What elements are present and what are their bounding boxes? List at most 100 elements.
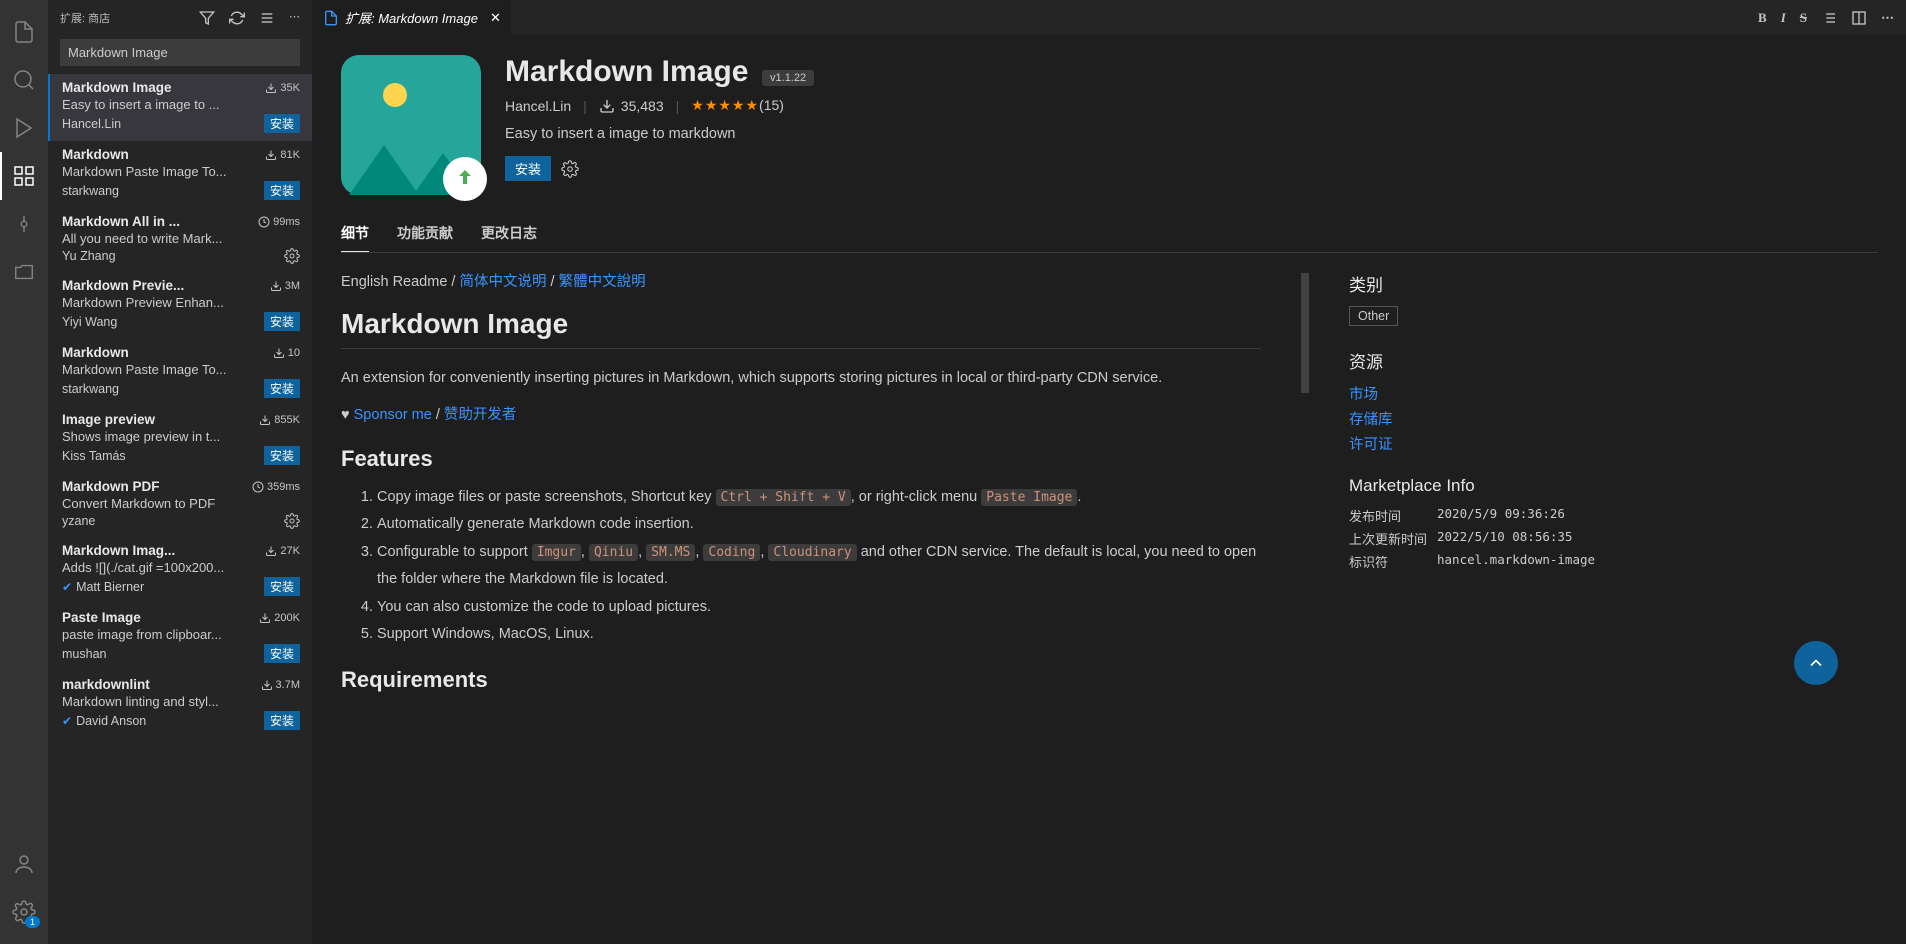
explorer-icon[interactable] (0, 8, 48, 56)
license-link[interactable]: 许可证 (1349, 433, 1609, 454)
publisher-name[interactable]: Hancel.Lin (505, 98, 571, 114)
extension-list-item[interactable]: Markdown 10 Markdown Paste Image To... s… (48, 339, 312, 406)
activity-bar: 1 (0, 0, 48, 944)
more-actions-icon[interactable]: ⋯ (1881, 10, 1894, 26)
extension-author: Hancel.Lin (62, 117, 121, 131)
extension-list-item[interactable]: Image preview 855K Shows image preview i… (48, 406, 312, 473)
bold-icon[interactable]: B (1758, 10, 1767, 26)
extension-author: Yiyi Wang (62, 315, 117, 329)
tab-changelog[interactable]: 更改日志 (481, 215, 537, 252)
extension-description: Shows image preview in t... (62, 429, 300, 444)
tab-title: 扩展: Markdown Image (345, 8, 478, 27)
extension-list-item[interactable]: Markdown PDF 359ms Convert Markdown to P… (48, 473, 312, 537)
git-lens-icon[interactable] (0, 200, 48, 248)
extensions-icon[interactable] (0, 152, 48, 200)
accounts-icon[interactable] (0, 840, 48, 888)
project-icon[interactable] (0, 248, 48, 296)
extension-list-item[interactable]: Markdown Previe... 3M Markdown Preview E… (48, 272, 312, 339)
more-icon[interactable]: ⋯ (289, 10, 300, 26)
list-icon[interactable] (1821, 10, 1837, 26)
clear-icon[interactable] (259, 10, 275, 26)
settings-gear-icon[interactable]: 1 (0, 888, 48, 936)
install-button[interactable]: 安装 (264, 577, 300, 596)
extension-description: Markdown Paste Image To... (62, 362, 300, 377)
extension-list-item[interactable]: markdownlint 3.7M Markdown linting and s… (48, 671, 312, 738)
install-button[interactable]: 安装 (264, 312, 300, 331)
readme-title: Markdown Image (341, 308, 1261, 349)
extension-description: All you need to write Mark... (62, 231, 300, 246)
extension-description: Easy to insert a image to markdown (505, 126, 814, 142)
extension-name: Paste Image (62, 610, 141, 625)
heart-icon: ♥ (341, 407, 350, 423)
extension-name: Image preview (62, 412, 155, 427)
install-button[interactable]: 安装 (505, 156, 551, 181)
tab-contributions[interactable]: 功能贡献 (397, 215, 453, 252)
tab-details[interactable]: 细节 (341, 215, 369, 252)
feature-item: You can also customize the code to uploa… (377, 594, 1261, 622)
install-button[interactable]: 安装 (264, 114, 300, 133)
extension-name: Markdown (62, 147, 129, 162)
extension-author: yzane (62, 514, 95, 528)
extension-name: Markdown All in ... (62, 214, 180, 229)
extension-author: mushan (62, 647, 106, 661)
extension-search-input[interactable] (60, 39, 300, 66)
install-button[interactable]: 安装 (264, 711, 300, 730)
repository-link[interactable]: 存储库 (1349, 408, 1609, 429)
sponsor-link[interactable]: Sponsor me (354, 407, 432, 423)
extension-list-item[interactable]: Markdown Image 35K Easy to insert a imag… (48, 74, 312, 141)
extension-author: ✔Matt Bierner (62, 580, 144, 594)
link-simplified-chinese[interactable]: 简体中文说明 (460, 274, 547, 290)
extension-author: Kiss Tamás (62, 449, 126, 463)
extension-stat: 855K (259, 414, 300, 426)
editor-tabs: 扩展: Markdown Image ✕ B I S ⋯ (313, 0, 1906, 35)
tab-close-icon[interactable]: ✕ (490, 10, 501, 26)
manage-icon[interactable] (284, 513, 300, 529)
extension-name: Markdown Imag... (62, 543, 175, 558)
rating[interactable]: ★★★★★(15) (691, 97, 784, 114)
sponsor-cn-link[interactable]: 赞助开发者 (444, 407, 517, 423)
category-tag[interactable]: Other (1349, 306, 1398, 326)
install-count: 35,483 (599, 98, 664, 114)
extension-list-item[interactable]: Markdown 81K Markdown Paste Image To... … (48, 141, 312, 208)
italic-icon[interactable]: I (1781, 10, 1786, 26)
install-button[interactable]: 安装 (264, 644, 300, 663)
manage-icon[interactable] (284, 248, 300, 264)
extension-name: Markdown Image (62, 80, 172, 95)
filter-icon[interactable] (199, 10, 215, 26)
extension-author: starkwang (62, 382, 119, 396)
extension-name: Markdown (62, 345, 129, 360)
feature-item: Copy image files or paste screenshots, S… (377, 484, 1261, 512)
extension-list-item[interactable]: Markdown Imag... 27K Adds ![](./cat.gif … (48, 537, 312, 604)
extension-description: Markdown Preview Enhan... (62, 295, 300, 310)
install-button[interactable]: 安装 (264, 446, 300, 465)
extension-stat: 3M (270, 280, 300, 292)
extension-list-item[interactable]: Paste Image 200K paste image from clipbo… (48, 604, 312, 671)
extension-description: Markdown linting and styl... (62, 694, 300, 709)
feature-item: Support Windows, MacOS, Linux. (377, 621, 1261, 649)
sidebar-title: 扩展: 商店 (60, 10, 110, 26)
run-debug-icon[interactable] (0, 104, 48, 152)
readme-intro: An extension for conveniently inserting … (341, 367, 1261, 390)
refresh-icon[interactable] (229, 10, 245, 26)
split-editor-icon[interactable] (1851, 10, 1867, 26)
install-button[interactable]: 安装 (264, 181, 300, 200)
install-button[interactable]: 安装 (264, 379, 300, 398)
manage-gear-icon[interactable] (561, 160, 579, 178)
feature-item: Configurable to support Imgur, Qiniu, SM… (377, 539, 1261, 594)
extension-stat: 27K (265, 545, 300, 557)
extension-description: Convert Markdown to PDF (62, 496, 300, 511)
extension-description: Easy to insert a image to ... (62, 97, 300, 112)
scrollbar[interactable] (1301, 273, 1309, 393)
tab-extension-detail[interactable]: 扩展: Markdown Image ✕ (313, 0, 512, 35)
marketplace-info-heading: Marketplace Info (1349, 476, 1609, 496)
scroll-to-top-button[interactable] (1794, 641, 1838, 685)
extension-name: markdownlint (62, 677, 150, 692)
marketplace-link[interactable]: 市场 (1349, 383, 1609, 404)
extension-stat: 3.7M (261, 679, 300, 691)
extension-stat: 35K (265, 82, 300, 94)
extension-stat: 81K (265, 149, 300, 161)
extension-list-item[interactable]: Markdown All in ... 99ms All you need to… (48, 208, 312, 272)
link-traditional-chinese[interactable]: 繁體中文說明 (559, 274, 646, 290)
search-icon[interactable] (0, 56, 48, 104)
strike-icon[interactable]: S (1800, 10, 1807, 26)
